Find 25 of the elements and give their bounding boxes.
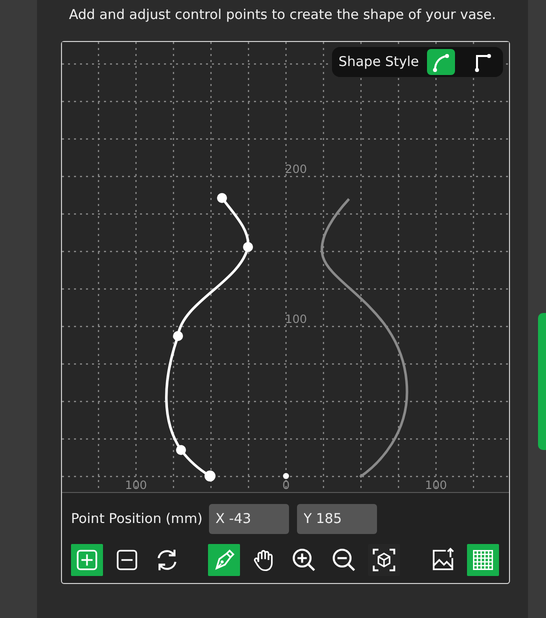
control-point[interactable] <box>204 470 216 482</box>
axis-label: 100 <box>125 478 147 492</box>
pen-tool-button[interactable] <box>208 544 240 576</box>
axis-label: 100 <box>425 478 447 492</box>
axis-label: 200 <box>285 162 307 176</box>
x-coordinate-field[interactable]: X -43 <box>208 504 288 534</box>
y-coordinate-field[interactable]: Y 185 <box>296 504 376 534</box>
point-position-label: Point Position (mm) <box>71 511 202 527</box>
fit-view-button[interactable] <box>368 544 400 576</box>
axis-label: 0 <box>282 478 290 492</box>
cube-frame-icon <box>370 546 398 574</box>
instruction-text: Add and adjust control points to create the shape of your vase. <box>68 6 498 25</box>
control-point[interactable] <box>176 445 186 455</box>
control-point[interactable] <box>243 242 253 252</box>
grid-toggle-button[interactable] <box>467 544 499 576</box>
curve-style-button[interactable] <box>427 49 455 75</box>
control-point[interactable] <box>173 331 183 341</box>
axis-label: 100 <box>285 312 307 326</box>
shape-style-label: Shape Style <box>338 54 419 70</box>
zoom-out-icon <box>330 546 358 574</box>
scrollbar-thumb[interactable] <box>538 313 546 450</box>
zoom-in-icon <box>290 546 318 574</box>
control-point[interactable] <box>217 193 227 203</box>
origin-point <box>283 473 289 479</box>
add-point-button[interactable] <box>71 544 103 576</box>
